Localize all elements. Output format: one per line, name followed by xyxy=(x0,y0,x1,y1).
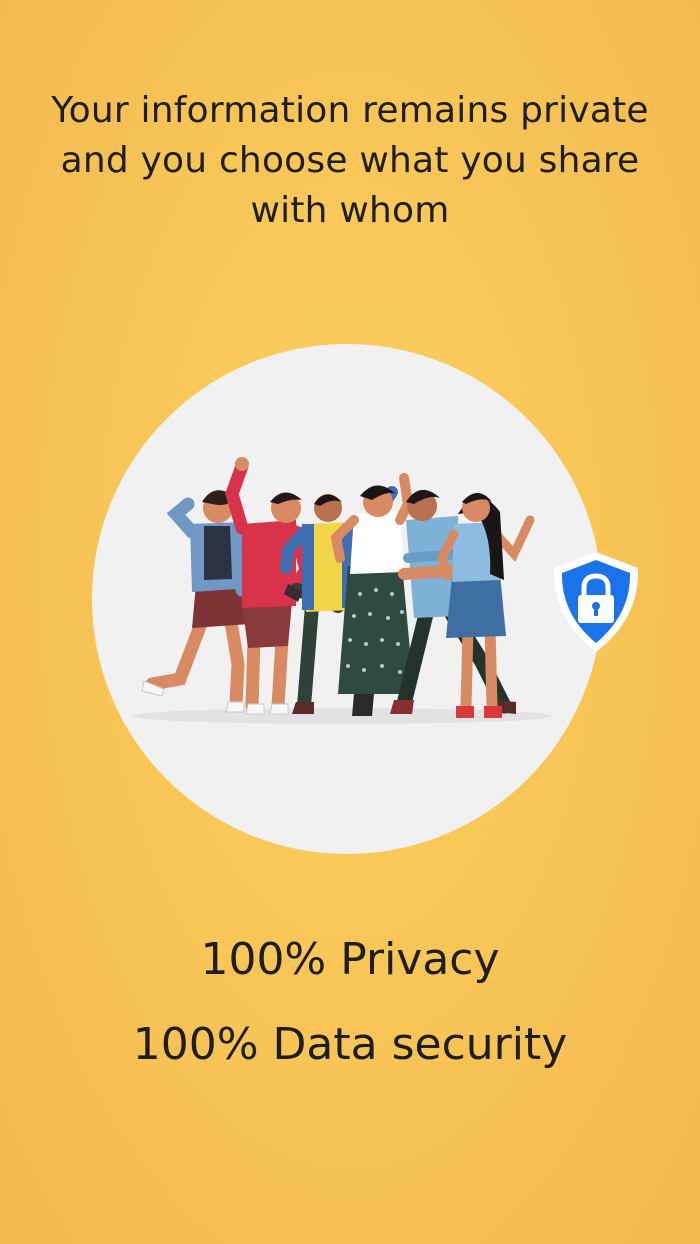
onboarding-screen: Your information remains private and you… xyxy=(0,0,700,1244)
person-6 xyxy=(437,493,535,718)
headline: Your information remains private and you… xyxy=(51,90,649,231)
shield-lock-icon xyxy=(553,552,639,652)
data-security-stat: 100% Data security xyxy=(132,1019,568,1070)
hero-circle xyxy=(92,344,602,854)
privacy-stat: 100% Privacy xyxy=(200,934,500,985)
people-group-illustration xyxy=(132,457,552,724)
